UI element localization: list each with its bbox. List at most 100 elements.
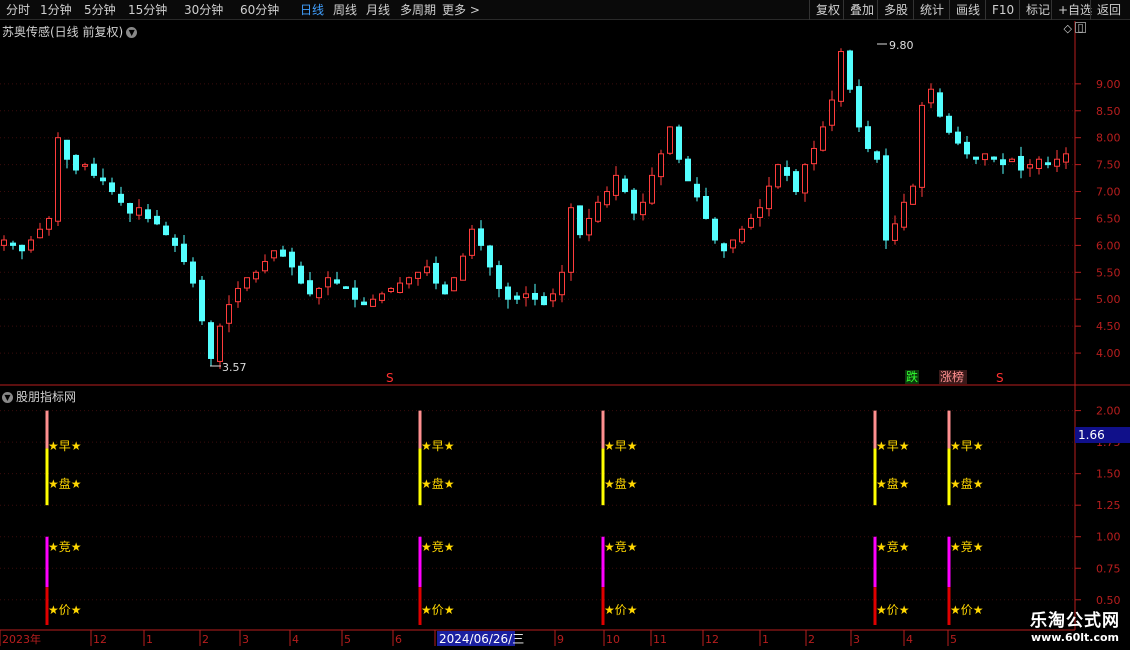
candle-body [856,86,862,128]
x-tick-label: 5 [344,633,351,646]
candle-body [514,295,520,300]
main-y-tick-label: 8.50 [1096,105,1121,118]
x-tick-label: 1 [146,633,153,646]
signal-label-2: ★竞★ [950,540,984,554]
main-y-tick-label: 5.50 [1096,266,1121,279]
signal-label-3: ★价★ [604,603,638,617]
candle-body [838,51,844,102]
candle-body [964,141,970,155]
candle-body [586,217,592,236]
main-y-tick-label: 8.00 [1096,132,1121,145]
candle-body [208,322,214,359]
signal-label-1: ★盘★ [876,476,910,491]
x-tick-label: 10 [606,633,620,646]
indicator-y-tick-label: 1.25 [1096,499,1121,512]
main-y-tick-label: 4.00 [1096,347,1121,360]
candle-body [64,139,70,160]
candle-body [1,239,7,246]
candle-body [658,153,664,178]
signal-label-0: ★早★ [876,439,910,453]
candle-body [442,284,448,295]
x-tick-label: 3 [242,633,249,646]
candle-body [343,286,349,289]
main-panel-bg [0,21,1130,385]
candle-body [379,293,385,301]
main-y-tick-label: 7.00 [1096,186,1121,199]
candle-body [82,164,88,167]
diamond-icon[interactable]: ◇ [1064,22,1072,35]
signal-label-3: ★价★ [876,603,910,617]
indicator-y-tick-label: 1.50 [1096,468,1121,481]
chevron-down-icon[interactable]: ▼ [2,392,13,403]
candle-body [784,167,790,176]
main-panel-title[interactable]: 苏奥传感(日线 前复权) ▼ [2,23,138,40]
main-y-tick-label: 6.50 [1096,212,1121,225]
candle-body [361,301,367,306]
candle-body [577,205,583,236]
chevron-down-icon[interactable]: ▼ [126,27,138,38]
indicator-panel-title[interactable]: ▼ 股朋指标网 [2,388,76,405]
candle-body [262,261,268,272]
x-tick-label: 5 [950,633,957,646]
candle-body [1018,155,1024,171]
candle-body [766,185,772,210]
candle-body [910,185,916,205]
candle-body [712,218,718,241]
candle-body [280,249,286,257]
candle-body [991,156,997,160]
x-tick-label: 2 [808,633,815,646]
candle-body [136,207,142,216]
indicator-panel-title-text: 股朋指标网 [16,390,77,404]
candle-body [829,99,835,126]
candle-body [199,279,205,322]
candle-body [874,151,880,160]
signal-label-1: ★盘★ [48,476,82,491]
candle-body [559,271,565,296]
candle-body [55,137,61,222]
panel-toggle-icon[interactable]: ▯ [1075,22,1086,33]
signal-label-2: ★竞★ [48,540,82,554]
x-tick-label: 12 [93,633,107,646]
candle-body [739,228,745,243]
indicator-grid [0,410,1075,601]
signal-label-0: ★早★ [421,439,455,453]
signal-label-2: ★竞★ [604,540,638,554]
candle-body [271,250,277,259]
candle-body [298,265,304,284]
candle-body [145,209,151,219]
cursor-date-label: 2024/06/26/三 [439,632,524,646]
candle-body [955,131,961,144]
signal-label-3: ★价★ [48,603,82,617]
candle-body [370,298,376,307]
candle-body [775,164,781,188]
main-y-tick-label: 6.00 [1096,239,1121,252]
x-tick-label: 12 [705,633,719,646]
main-y-tick-label: 9.00 [1096,78,1121,91]
candle-body [865,126,871,149]
candle-body [19,244,25,252]
candle-body [667,126,673,154]
candle-body [703,195,709,219]
candle-body [1036,158,1042,169]
main-y-tick-label: 5.00 [1096,293,1121,306]
candle-body [919,104,925,188]
candle-body [613,174,619,196]
candle-body [946,115,952,133]
candle-body [154,215,160,225]
candle-body [847,50,853,90]
candle-body [901,201,907,228]
main-y-tick-label: 7.50 [1096,159,1121,172]
low-price-label: 3.57 [222,361,247,374]
x-tick-label: 2 [202,633,209,646]
x-tick-label: 4 [292,633,299,646]
marker-s-2: S [996,371,1004,385]
candle-body [172,237,178,246]
candle-body [604,191,610,206]
candle-body [505,286,511,300]
candle-body [721,243,727,252]
candle-body [568,207,574,273]
signal-label-1: ★盘★ [950,476,984,491]
candle-body [820,126,826,151]
candle-body [109,182,115,193]
candle-body [550,293,556,302]
